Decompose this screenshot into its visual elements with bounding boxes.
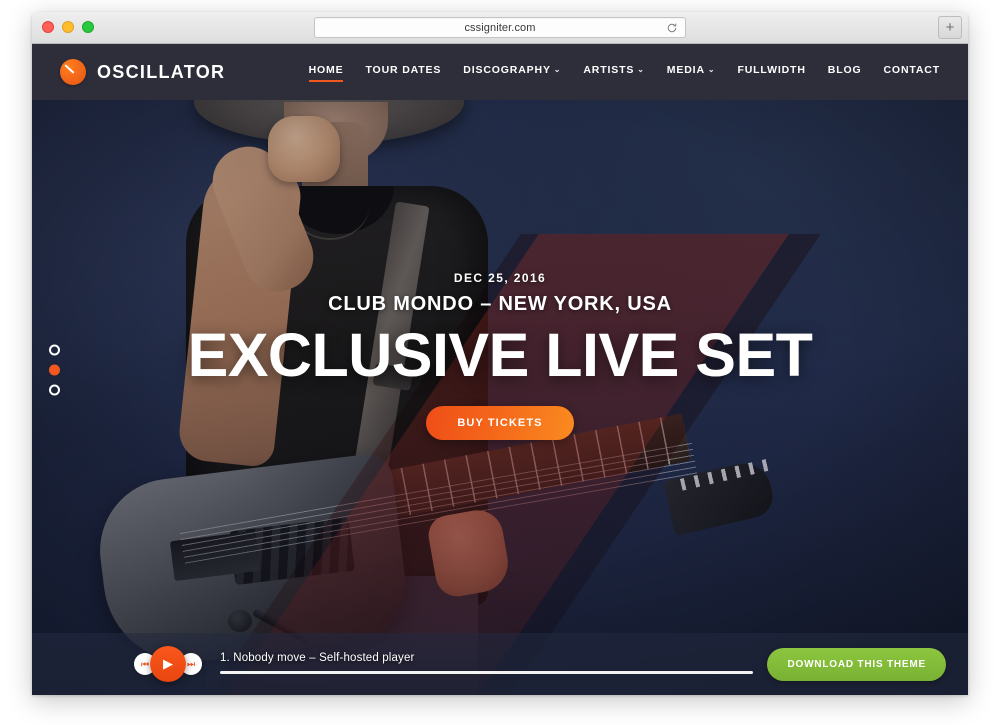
audio-player-bar: ⏮ ▶ ⏭ 1. Nobody move – Self-hosted playe…: [32, 633, 968, 695]
nav-item-contact[interactable]: CONTACT: [884, 64, 941, 80]
site-logo[interactable]: OSCILLATOR: [60, 59, 225, 85]
nav-label-tour-dates: TOUR DATES: [365, 64, 442, 76]
url-text: cssigniter.com: [464, 21, 536, 34]
download-theme-button[interactable]: DOWNLOAD THIS THEME: [767, 647, 946, 681]
nav-item-fullwidth[interactable]: FULLWIDTH: [737, 64, 805, 80]
nav-item-tour-dates[interactable]: TOUR DATES: [365, 64, 441, 80]
new-tab-button[interactable]: +: [938, 16, 962, 39]
nav-label-home: HOME: [308, 64, 344, 76]
site-header: OSCILLATOR HOME TOUR DATES DISCOGRAPHY ⌄…: [32, 44, 968, 100]
play-button[interactable]: ▶: [150, 646, 186, 682]
nav-item-discography[interactable]: DISCOGRAPHY ⌄: [463, 64, 561, 80]
main-navigation: HOME TOUR DATES DISCOGRAPHY ⌄ ARTISTS ⌄ …: [308, 64, 941, 82]
address-bar[interactable]: cssigniter.com: [314, 17, 686, 38]
buy-tickets-button[interactable]: BUY TICKETS: [426, 406, 574, 441]
nav-label-artists: ARTISTS: [583, 64, 635, 76]
hero-event-date: DEC 25, 2016: [453, 270, 547, 285]
browser-window: cssigniter.com + OSCILLATOR HOME TOUR DA…: [32, 12, 968, 695]
nav-item-blog[interactable]: BLOG: [828, 64, 862, 80]
slider-dot-3[interactable]: [49, 384, 60, 395]
chevron-down-icon: ⌄: [637, 65, 645, 74]
nav-label-blog: BLOG: [827, 64, 862, 76]
track-area: 1. Nobody move – Self-hosted player: [220, 652, 754, 676]
chevron-down-icon: ⌄: [707, 65, 716, 74]
minimize-window-button[interactable]: [62, 21, 74, 33]
nav-label-contact: CONTACT: [883, 64, 940, 76]
nav-item-artists[interactable]: ARTISTS ⌄: [583, 64, 644, 80]
track-title: 1. Nobody move – Self-hosted player: [220, 652, 415, 664]
hero-slider-dots: [49, 344, 60, 395]
browser-titlebar: cssigniter.com +: [32, 12, 968, 44]
playback-progress-bar[interactable]: [220, 671, 754, 674]
page-viewport: OSCILLATOR HOME TOUR DATES DISCOGRAPHY ⌄…: [32, 44, 968, 695]
reload-icon[interactable]: [666, 22, 678, 34]
window-traffic-lights: [42, 21, 94, 33]
dial-needle: [64, 64, 75, 74]
zoom-window-button[interactable]: [82, 21, 94, 33]
nav-item-home[interactable]: HOME: [308, 64, 344, 82]
slider-dot-1[interactable]: [49, 344, 60, 355]
hero-event-venue: CLUB MONDO – NEW YORK, USA: [328, 292, 672, 315]
nav-label-fullwidth: FULLWIDTH: [737, 64, 806, 76]
hero-title: EXCLUSIVE LIVE SET: [187, 320, 813, 389]
oscillator-dial-icon: [60, 59, 86, 85]
site-logo-text: OSCILLATOR: [97, 61, 226, 82]
hero-content: DEC 25, 2016 CLUB MONDO – NEW YORK, USA …: [32, 44, 968, 695]
player-controls: ⏮ ▶ ⏭: [134, 646, 202, 682]
nav-item-media[interactable]: MEDIA ⌄: [667, 64, 716, 80]
slider-dot-2[interactable]: [49, 364, 60, 375]
close-window-button[interactable]: [42, 21, 54, 33]
nav-label-media: MEDIA: [666, 64, 705, 76]
chevron-down-icon: ⌄: [553, 65, 562, 74]
nav-label-discography: DISCOGRAPHY: [463, 64, 551, 76]
